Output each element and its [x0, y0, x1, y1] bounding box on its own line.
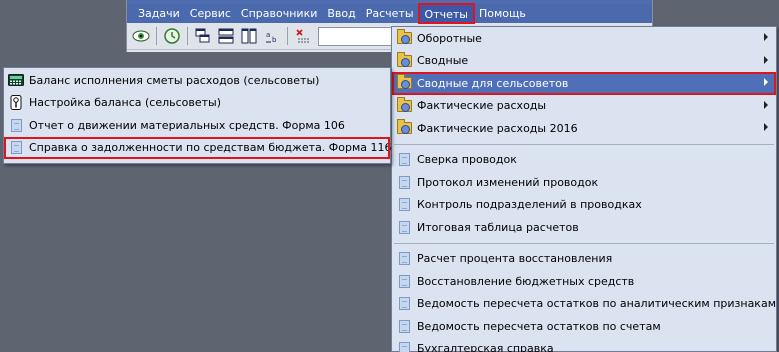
document-icon — [396, 251, 412, 267]
svg-text:b: b — [272, 36, 277, 44]
menu-help[interactable]: Помощь — [474, 4, 531, 23]
svg-text:a: a — [266, 31, 270, 39]
window-horizontal-icon[interactable] — [216, 26, 236, 46]
menu-input[interactable]: Ввод — [322, 4, 360, 23]
window-vertical-icon[interactable] — [239, 26, 259, 46]
document-icon — [8, 140, 24, 156]
menu-item-label: Расчет процента восстановления — [417, 252, 613, 266]
menu-item-label: Контроль подразделений в проводках — [417, 198, 642, 212]
menu-item-label: Сверка проводок — [417, 153, 517, 167]
menu-item-label: Ведомость пересчета остатков по аналитич… — [417, 297, 776, 311]
toolbar-input[interactable] — [318, 26, 398, 46]
menu-item-entries-change-log[interactable]: Протокол изменений проводок — [392, 171, 776, 194]
submenu-arrow-icon — [764, 33, 768, 41]
document-icon — [396, 174, 412, 190]
menu-separator — [394, 143, 774, 145]
menu-item-recovery-percent[interactable]: Расчет процента восстановления — [392, 248, 776, 271]
document-icon — [396, 273, 412, 289]
menu-item-label: Протокол изменений проводок — [417, 175, 599, 189]
menu-item-subdivision-control[interactable]: Контроль подразделений в проводках — [392, 194, 776, 217]
menu-calculations[interactable]: Расчеты — [361, 4, 419, 23]
reports-menu: Оборотные Сводные Сводные для сельсовето… — [391, 26, 777, 352]
menu-item-label: Справка о задолженности по средствам бюд… — [29, 141, 392, 155]
delete-icon[interactable] — [293, 26, 313, 46]
menu-item-label: Фактические расходы — [417, 99, 547, 113]
folder-chart-icon — [396, 74, 412, 91]
submenu-item-budget-balance[interactable]: Баланс исполнения сметы расходов (сельсо… — [4, 69, 390, 92]
menu-item-label: Сводные для сельсоветов — [417, 76, 569, 90]
window-cascade-icon[interactable] — [193, 26, 213, 46]
document-icon — [396, 219, 412, 235]
menu-item-summary-village-councils[interactable]: Сводные для сельсоветов — [392, 72, 776, 95]
submenu-arrow-icon — [764, 78, 768, 86]
document-icon — [396, 341, 412, 352]
menu-directories[interactable]: Справочники — [236, 4, 322, 23]
tool-icon — [8, 95, 24, 111]
menu-item-label: Ведомость пересчета остатков по счетам — [417, 319, 661, 333]
menu-item-label: Итоговая таблица расчетов — [417, 220, 579, 234]
toolbar-separator — [187, 27, 188, 45]
menu-item-recalc-by-accounts[interactable]: Ведомость пересчета остатков по счетам — [392, 315, 776, 338]
document-icon — [8, 117, 24, 133]
menu-item-label: Фактические расходы 2016 — [417, 121, 578, 135]
menu-item-label: Восстановление бюджетных средств — [417, 274, 635, 288]
menu-item-actual-expenses[interactable]: Фактические расходы — [392, 95, 776, 118]
menu-item-label: Баланс исполнения сметы расходов (сельсо… — [29, 73, 320, 87]
folder-chart-icon — [396, 29, 412, 46]
menu-tasks[interactable]: Задачи — [133, 4, 185, 23]
folder-chart-icon — [396, 119, 412, 136]
menu-item-budget-recovery[interactable]: Восстановление бюджетных средств — [392, 270, 776, 293]
menu-item-turnover[interactable]: Оборотные — [392, 27, 776, 50]
eye-icon[interactable] — [131, 26, 151, 46]
submenu-arrow-icon — [764, 55, 768, 64]
submenu-arrow-icon — [764, 123, 768, 131]
submenu-arrow-icon — [764, 100, 768, 109]
calculator-icon — [8, 72, 24, 88]
clock-icon[interactable] — [162, 26, 182, 46]
menu-item-label: Сводные — [417, 54, 469, 68]
menu-item-summary[interactable]: Сводные — [392, 50, 776, 73]
folder-chart-icon — [396, 51, 412, 69]
menu-item-entries-reconciliation[interactable]: Сверка проводок — [392, 149, 776, 172]
menu-item-actual-expenses-2016[interactable]: Фактические расходы 2016 — [392, 117, 776, 140]
toolbar-separator — [156, 27, 157, 45]
document-icon — [396, 296, 412, 312]
submenu-item-debt-certificate-form-116[interactable]: Справка о задолженности по средствам бюд… — [4, 136, 392, 159]
menu-separator — [394, 242, 774, 244]
menu-item-accounting-certificate[interactable]: Бухгалтерская справка — [392, 338, 776, 352]
document-icon — [396, 152, 412, 168]
toolbar-separator — [287, 27, 288, 45]
menu-item-label: Отчет о движении материальных средств. Ф… — [29, 118, 345, 132]
folder-chart-icon — [396, 96, 412, 114]
menu-service[interactable]: Сервис — [185, 4, 236, 23]
menu-item-recalc-by-attributes[interactable]: Ведомость пересчета остатков по аналитич… — [392, 293, 776, 316]
menu-item-label: Оборотные — [417, 31, 482, 45]
menu-item-label: Бухгалтерская справка — [417, 342, 554, 352]
submenu-item-material-movement-form-106[interactable]: Отчет о движении материальных средств. Ф… — [4, 114, 390, 137]
document-icon — [396, 197, 412, 213]
document-icon — [396, 318, 412, 334]
village-councils-submenu: Баланс исполнения сметы расходов (сельсо… — [3, 67, 392, 164]
menu-reports[interactable]: Отчеты — [417, 3, 475, 24]
menu-item-label: Настройка баланса (сельсоветы) — [29, 96, 222, 110]
submenu-item-balance-settings[interactable]: Настройка баланса (сельсоветы) — [4, 92, 390, 115]
main-menubar: Задачи Сервис Справочники Ввод Расчеты О… — [127, 3, 652, 24]
menu-item-summary-table[interactable]: Итоговая таблица расчетов — [392, 216, 776, 239]
sort-icon[interactable]: ab — [262, 26, 282, 46]
